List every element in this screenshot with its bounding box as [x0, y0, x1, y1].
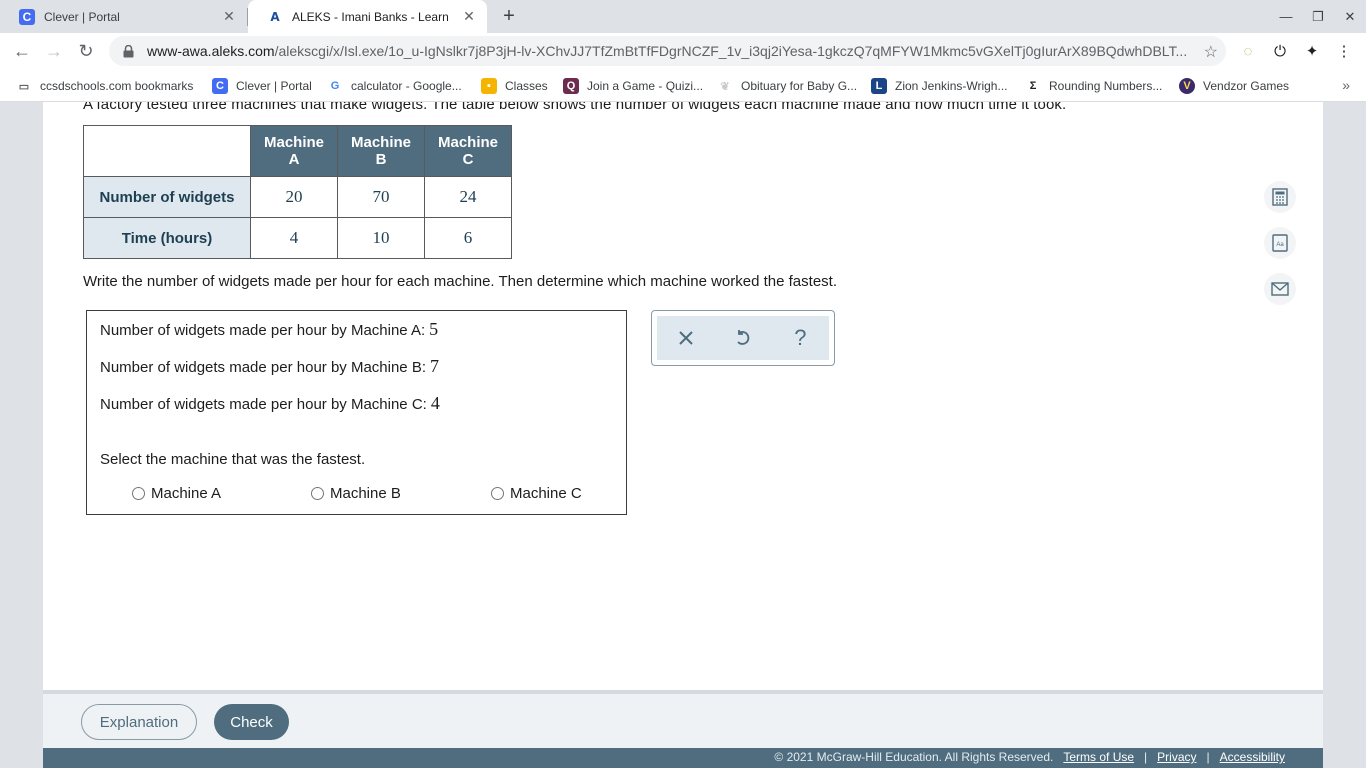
clear-icon[interactable]	[671, 323, 701, 353]
bookmark-item[interactable]: Q Join a Game - Quizi...	[563, 77, 703, 95]
answer-label: Number of widgets made per hour by Machi…	[100, 359, 426, 376]
l-icon: L	[871, 78, 887, 94]
lock-icon	[121, 44, 135, 58]
folder-icon: ▭	[18, 80, 30, 93]
undo-icon[interactable]	[728, 323, 758, 353]
copyright-bar: © 2021 McGraw-Hill Education. All Rights…	[43, 748, 1323, 768]
clever-icon: C	[212, 78, 228, 94]
answer-line-b: Number of widgets made per hour by Machi…	[100, 356, 439, 377]
radio-machine-b[interactable]: Machine B	[311, 485, 401, 502]
footer-separator: |	[1206, 750, 1210, 764]
answer-label: Number of widgets made per hour by Machi…	[100, 396, 427, 413]
help-icon[interactable]: ?	[785, 323, 815, 353]
action-bar: Explanation Check	[43, 694, 1323, 748]
url-text: www-awa.aleks.com/alekscgi/x/Isl.exe/1o_…	[147, 43, 1187, 59]
bookmark-item[interactable]: C Clever | Portal	[212, 77, 312, 95]
sigma-icon: Σ	[1029, 80, 1037, 92]
radio-machine-c[interactable]: Machine C	[491, 485, 582, 502]
footer-separator: |	[1144, 750, 1148, 764]
bookmark-item[interactable]: V Vendzor Games	[1179, 77, 1289, 95]
table-row: Number of widgets 20 70 24	[83, 176, 512, 218]
bookmark-item[interactable]: L Zion Jenkins-Wrigh...	[871, 77, 1007, 95]
row-label-time: Time (hours)	[83, 217, 251, 259]
table-header-machine-b: Machine B	[337, 125, 425, 177]
quizizz-icon: Q	[563, 78, 579, 94]
answer-label: Number of widgets made per hour by Machi…	[100, 322, 426, 339]
check-button[interactable]: Check	[214, 704, 289, 740]
table-cell: 24	[424, 176, 512, 218]
table-cell: 20	[250, 176, 338, 218]
terms-link[interactable]: Terms of Use	[1063, 750, 1134, 764]
google-icon: G	[330, 80, 340, 92]
aleks-favicon-icon: A	[270, 9, 280, 24]
tools-panel: ?	[657, 316, 829, 360]
address-bar[interactable]: www-awa.aleks.com/alekscgi/x/Isl.exe/1o_…	[109, 36, 1226, 66]
bookmark-star-icon[interactable]: ☆	[1204, 42, 1218, 62]
tab-title: Clever | Portal	[44, 9, 120, 24]
table-cell: 6	[424, 217, 512, 259]
power-icon[interactable]: ⏻	[1270, 41, 1290, 61]
forward-arrow-icon[interactable]: →	[40, 37, 68, 65]
widgets-table: Machine A Machine B Machine C Number of wid…	[83, 125, 512, 259]
radio-machine-a[interactable]: Machine A	[132, 485, 221, 502]
dictionary-icon[interactable]: Aa	[1264, 227, 1296, 259]
close-window-icon[interactable]: ✕	[1334, 0, 1366, 33]
browser-toolbar: ← → ↻ www-awa.aleks.com/alekscgi/x/Isl.e…	[0, 33, 1366, 69]
message-envelope-icon[interactable]	[1264, 273, 1296, 305]
new-tab-icon[interactable]: +	[497, 4, 521, 28]
tab-strip: C Clever | Portal ✕ A ALEKS - Imani Bank…	[0, 0, 1366, 33]
close-tab-icon[interactable]: ✕	[221, 8, 237, 25]
radio-circle-icon[interactable]	[491, 487, 504, 500]
aleks-content: A factory tested three machines that mak…	[43, 102, 1323, 692]
problem-statement: A factory tested three machines that mak…	[83, 102, 1067, 113]
answer-line-a: Number of widgets made per hour by Machi…	[100, 319, 438, 340]
bookmark-item[interactable]: ❦ Obituary for Baby G...	[717, 77, 857, 95]
table-row: Time (hours) 4 10 6	[83, 217, 512, 259]
accessibility-link[interactable]: Accessibility	[1220, 750, 1285, 764]
explanation-button[interactable]: Explanation	[81, 704, 197, 740]
minimize-icon[interactable]: —	[1270, 0, 1302, 33]
radio-circle-icon[interactable]	[132, 487, 145, 500]
tab-title: ALEKS - Imani Banks - Learn	[292, 9, 449, 24]
privacy-link[interactable]: Privacy	[1157, 750, 1196, 764]
answer-line-c: Number of widgets made per hour by Machi…	[100, 393, 440, 414]
close-tab-icon[interactable]: ✕	[461, 8, 477, 25]
restore-icon[interactable]: ❐	[1302, 0, 1334, 33]
clever-favicon-icon: C	[19, 8, 35, 25]
reload-icon[interactable]: ↻	[72, 37, 100, 65]
bookmark-item[interactable]: Gcalculator - Google...	[327, 77, 462, 95]
answer-tools: ?	[651, 310, 835, 366]
bookmarks-bar: ▭ ccsdschools.com bookmarks C Clever | Por…	[0, 69, 1366, 102]
tab-clever[interactable]: C Clever | Portal ✕	[0, 0, 247, 33]
copyright-text: © 2021 McGraw-Hill Education. All Rights…	[774, 750, 1054, 764]
table-cell: 70	[337, 176, 425, 218]
row-label-widgets: Number of widgets	[83, 176, 251, 218]
more-bookmarks-icon[interactable]: »	[1342, 77, 1350, 93]
bookmark-item[interactable]: ▭ ccsdschools.com bookmarks	[16, 77, 194, 95]
select-prompt: Select the machine that was the fastest.	[100, 451, 366, 468]
answer-input-a[interactable]: 5	[429, 319, 438, 339]
back-arrow-icon[interactable]: ←	[8, 37, 36, 65]
answer-input-c[interactable]: 4	[431, 393, 440, 413]
table-cell: 10	[337, 217, 425, 259]
bookmark-item[interactable]: ▪ Classes	[481, 77, 548, 95]
table-header-machine-c: Machine C	[424, 125, 512, 177]
classes-icon: ▪	[481, 78, 497, 94]
table-header-machine-a: Machine A	[250, 125, 338, 177]
instruction-text: Write the number of widgets made per hou…	[83, 273, 837, 290]
extensions-puzzle-icon[interactable]: ✦	[1302, 41, 1322, 61]
obituary-icon: ❦	[720, 80, 730, 93]
svg-text:Aa: Aa	[1276, 242, 1284, 248]
radio-circle-icon[interactable]	[311, 487, 324, 500]
loading-extension-icon[interactable]: ◌	[1238, 41, 1258, 61]
menu-kebab-icon[interactable]: ⋮	[1334, 41, 1354, 61]
table-corner	[83, 125, 251, 177]
table-cell: 4	[250, 217, 338, 259]
tab-aleks[interactable]: A ALEKS - Imani Banks - Learn ✕	[248, 0, 487, 33]
vendzor-icon: V	[1179, 78, 1195, 94]
bookmark-item[interactable]: Σ Rounding Numbers...	[1025, 77, 1163, 95]
calculator-icon[interactable]	[1264, 181, 1296, 213]
answer-box: Number of widgets made per hour by Machi…	[86, 310, 627, 515]
answer-input-b[interactable]: 7	[430, 356, 439, 376]
